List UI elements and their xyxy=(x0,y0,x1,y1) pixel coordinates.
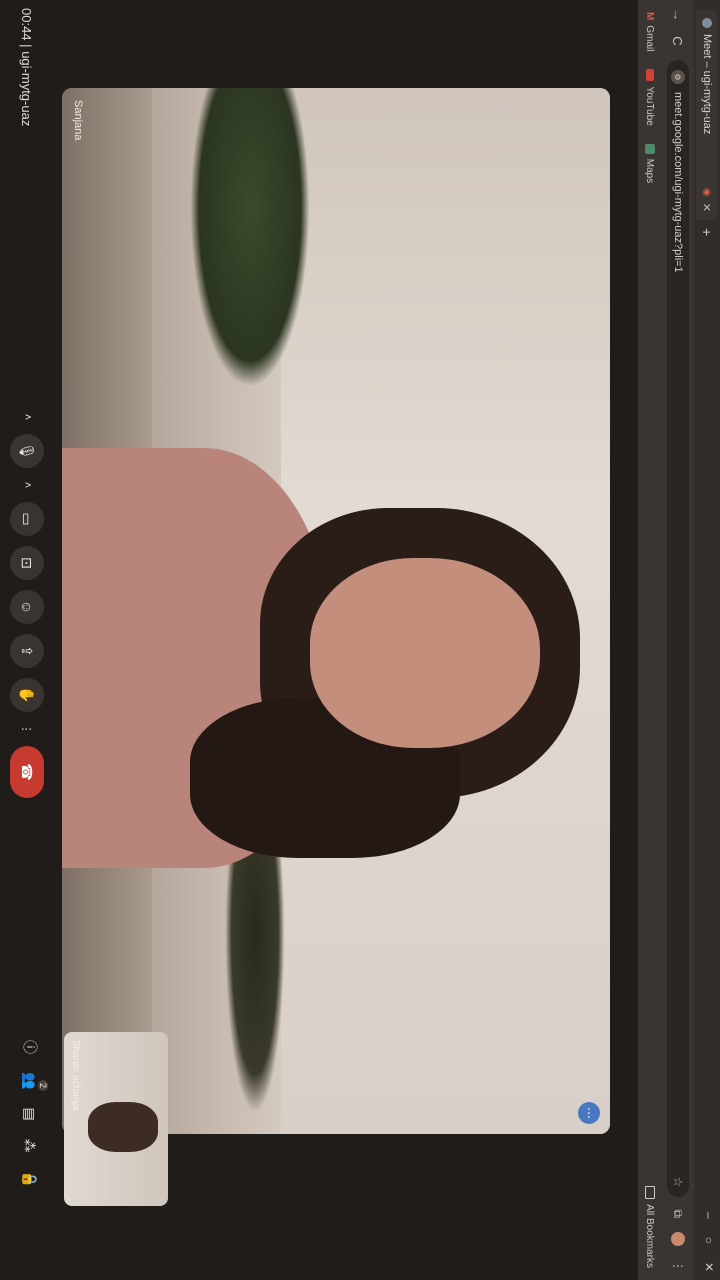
bookmark-gmail[interactable]: M Gmail xyxy=(645,12,656,51)
close-tab-icon[interactable]: ✕ xyxy=(701,203,714,212)
camera-button[interactable]: ▭ xyxy=(10,502,44,536)
record-icon: ◉ xyxy=(701,188,713,197)
meeting-details-icon[interactable]: ⓘ xyxy=(20,1040,40,1054)
activities-icon[interactable]: ⁂ xyxy=(22,1139,39,1153)
meet-favicon-icon xyxy=(702,18,712,28)
profile-avatar[interactable] xyxy=(671,1232,685,1246)
tab-title: Meet – ugi-mytg-uaz xyxy=(701,34,713,135)
video-trees xyxy=(190,88,310,388)
host-controls-icon[interactable]: 🔒 xyxy=(22,1171,39,1188)
call-controls: ˄ 🎙 ˄ ▭ ⊡ ☺ ⇪ ✋ ⋮ ☎ xyxy=(10,410,44,798)
menu-icon[interactable]: ⋮ xyxy=(671,1260,685,1272)
tab-bar: Meet – ugi-mytg-uaz ◉ ✕ + – ○ ✕ xyxy=(694,0,720,1280)
close-window-icon[interactable]: ✕ xyxy=(702,1262,716,1272)
site-info-icon[interactable]: ⚙ xyxy=(671,70,685,84)
minimize-icon[interactable]: – xyxy=(702,1212,716,1219)
people-button[interactable]: 👥 2 xyxy=(22,1072,49,1092)
toolbar-right: ⧉ ⋮ xyxy=(671,1209,686,1272)
info-separator: | xyxy=(19,44,35,48)
gmail-icon: M xyxy=(644,12,656,21)
raise-hand-button[interactable]: ✋ xyxy=(10,678,44,712)
bookmark-star-icon[interactable]: ☆ xyxy=(671,1177,685,1188)
forward-icon[interactable]: → xyxy=(671,8,686,22)
browser-window: Meet – ugi-mytg-uaz ◉ ✕ + – ○ ✕ → C ⚙ me… xyxy=(0,0,720,1280)
people-icon: 👥 xyxy=(22,1072,39,1090)
bookmark-label: YouTube xyxy=(644,86,656,126)
all-bookmarks[interactable]: All Bookmarks xyxy=(645,1186,656,1268)
participant-tile-main[interactable]: Sanjana ⋯ xyxy=(62,88,610,1134)
video-options-chevron-icon[interactable]: ˄ xyxy=(10,478,44,492)
window-controls: – ○ ✕ xyxy=(702,1212,716,1272)
extensions-icon[interactable]: ⧉ xyxy=(671,1209,686,1218)
folder-icon xyxy=(645,1186,655,1200)
self-video xyxy=(88,1102,158,1152)
present-screen-button[interactable]: ⇪ xyxy=(10,634,44,668)
bookmark-youtube[interactable]: YouTube xyxy=(644,69,656,126)
participant-tile-self[interactable]: Sharan acharya xyxy=(64,1032,168,1206)
leave-call-button[interactable]: ☎ xyxy=(10,746,44,798)
bookmarks-bar: M Gmail YouTube Maps All Bookmarks xyxy=(638,0,662,1280)
meeting-info: 00:44 | ugi-mytg-uaz xyxy=(20,8,35,126)
address-bar[interactable]: ⚙ meet.google.com/ugi-mytg-uaz?pli=1 ☆ xyxy=(667,60,689,1198)
microphone-button[interactable]: 🎙 xyxy=(10,434,44,468)
captions-button[interactable]: ⊡ xyxy=(10,546,44,580)
reload-icon[interactable]: C xyxy=(671,34,686,48)
audio-options-chevron-icon[interactable]: ˄ xyxy=(10,410,44,424)
browser-toolbar: → C ⚙ meet.google.com/ugi-mytg-uaz?pli=1… xyxy=(662,0,694,1280)
browser-tab-meet[interactable]: Meet – ugi-mytg-uaz ◉ ✕ xyxy=(696,10,718,220)
meeting-code: ugi-mytg-uaz xyxy=(19,51,35,127)
participant-name: Sanjana xyxy=(72,100,84,141)
youtube-icon xyxy=(646,69,654,82)
new-tab-button[interactable]: + xyxy=(699,228,715,236)
participants-count: 2 xyxy=(38,1080,49,1092)
bookmark-label: Maps xyxy=(644,158,656,184)
chat-icon[interactable]: ▤ xyxy=(22,1107,39,1120)
url-text: meet.google.com/ugi-mytg-uaz?pli=1 xyxy=(672,92,684,273)
self-participant-name: Sharan acharya xyxy=(70,1040,81,1111)
meeting-time: 00:44 xyxy=(19,8,35,41)
participant-video-face xyxy=(310,558,540,748)
all-bookmarks-label: All Bookmarks xyxy=(644,1204,656,1268)
bookmark-maps[interactable]: Maps xyxy=(644,143,656,184)
bookmark-label: Gmail xyxy=(644,25,656,52)
more-options-button[interactable]: ⋮ xyxy=(10,722,44,736)
meet-stage: Sanjana ⋯ Sharan acharya 00:44 | ugi-myt… xyxy=(0,0,638,1280)
maps-icon xyxy=(645,143,655,154)
meet-control-bar: 00:44 | ugi-mytg-uaz ˄ 🎙 ˄ ▭ ⊡ ☺ ⇪ ✋ ⋮ ☎… xyxy=(0,0,54,1280)
side-controls: ⓘ 👥 2 ▤ ⁂ 🔒 xyxy=(20,1040,49,1188)
more-options-icon[interactable]: ⋯ xyxy=(578,1102,600,1124)
maximize-icon[interactable]: ○ xyxy=(702,1237,716,1244)
emoji-button[interactable]: ☺ xyxy=(10,590,44,624)
